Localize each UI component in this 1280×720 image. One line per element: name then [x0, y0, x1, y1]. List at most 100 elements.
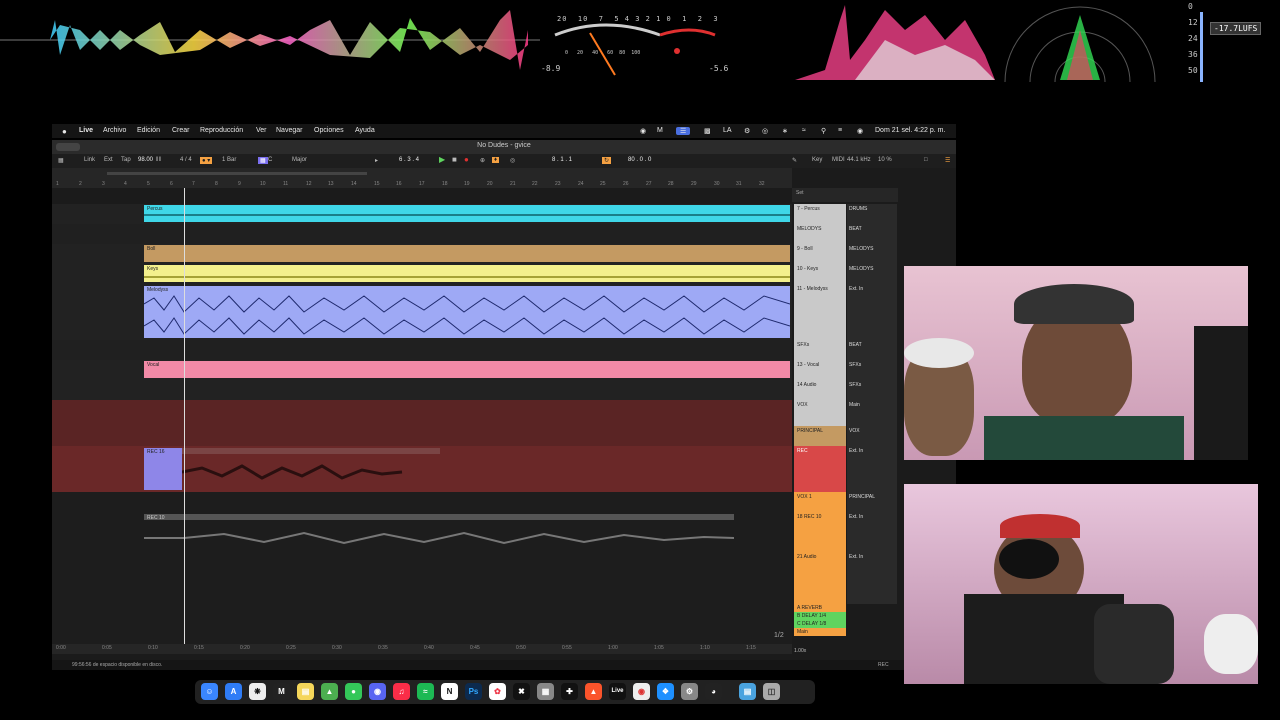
draw-mode-icon[interactable]: ✎	[792, 157, 797, 164]
track-row-melodys[interactable]: MELODYS BEAT	[792, 224, 898, 244]
automation-arm-icon[interactable]: ♦	[492, 157, 500, 163]
chrome-icon[interactable]: ◉	[633, 683, 650, 700]
track-name[interactable]: 7 - Percus	[794, 204, 846, 224]
track-row-vox-1[interactable]: VOX 1 PRINCIPAL	[792, 492, 898, 512]
music-icon[interactable]: ♫	[393, 683, 410, 700]
follow-icon[interactable]: ▸	[375, 157, 378, 164]
spotify-icon[interactable]: ≈	[417, 683, 434, 700]
track-name[interactable]: MELODYS	[794, 224, 846, 244]
track-row-percus[interactable]: 7 - Percus DRUMS	[792, 204, 898, 224]
signature-field[interactable]: 4 / 4	[180, 157, 192, 163]
loop-length[interactable]: 80 . 0 . 0	[628, 157, 651, 163]
track-name[interactable]: REC	[794, 446, 846, 492]
track-input[interactable]: Ext. In	[847, 552, 897, 604]
stop-button[interactable]: ■	[452, 155, 457, 164]
track-output[interactable]: BEAT	[847, 340, 897, 360]
chatgpt-icon[interactable]: ❋	[249, 683, 266, 700]
menu-navegar[interactable]: Navegar	[276, 127, 302, 134]
menu-live[interactable]: Live	[79, 127, 93, 134]
lane-percus[interactable]: Percus	[52, 204, 792, 225]
lane-rec[interactable]: REC 16	[52, 446, 792, 493]
zoom-level[interactable]: 1.00x	[794, 648, 806, 654]
track-name[interactable]: 21 Audio	[794, 552, 846, 604]
track-input[interactable]: Ext. In	[847, 284, 897, 340]
lane-vocal[interactable]: Vocal	[52, 360, 792, 381]
track-output[interactable]: BEAT	[847, 224, 897, 244]
menu-edicion[interactable]: Edición	[137, 127, 160, 134]
search-icon[interactable]: ⚲	[821, 127, 826, 135]
lane-vox[interactable]	[52, 400, 792, 447]
play-button[interactable]: ▶	[439, 155, 445, 164]
downloads-folder-icon[interactable]: ▤	[739, 683, 756, 700]
wifi-icon[interactable]: ≈	[802, 127, 806, 134]
trash-icon[interactable]: ◫	[763, 683, 780, 700]
photoshop-icon[interactable]: Ps	[465, 683, 482, 700]
keyboard-layout[interactable]: LA	[723, 127, 732, 134]
track-output[interactable]: PRINCIPAL	[847, 492, 897, 512]
settings-icon[interactable]: ⚙	[681, 683, 698, 700]
track-name[interactable]: SFXs	[794, 340, 846, 360]
max-icon[interactable]: M	[657, 127, 663, 134]
gear-icon[interactable]: ⚙	[744, 127, 750, 135]
track-name[interactable]: PRINCIPAL	[794, 426, 846, 446]
loop-start[interactable]: 8 . 1 . 1	[552, 157, 572, 163]
lane-melodys-group[interactable]	[52, 224, 792, 245]
lane-18-rec-10[interactable]: REC 10	[52, 512, 792, 553]
scale-select[interactable]: Major	[292, 157, 307, 163]
track-output[interactable]: SFXs	[847, 380, 897, 400]
track-output[interactable]: MELODYS	[847, 244, 897, 264]
clip-rec-16[interactable]: REC 16	[144, 448, 182, 490]
key-select[interactable]: C	[268, 157, 272, 163]
lane-boll[interactable]: Boll	[52, 244, 792, 265]
messages-icon[interactable]: ●	[345, 683, 362, 700]
quantize-select[interactable]: 1 Bar	[222, 157, 236, 163]
clip-rec-10[interactable]: REC 10	[144, 514, 734, 521]
track-row-18-rec-10[interactable]: 18 REC 10 Ext. In	[792, 512, 898, 552]
widgets-icon[interactable]: ▦	[537, 683, 554, 700]
track-name[interactable]: 9 - Boll	[794, 244, 846, 264]
clip-melodyss[interactable]: Melodyss	[144, 286, 790, 338]
track-output[interactable]: SFXs	[847, 360, 897, 380]
link-button[interactable]: Link	[84, 157, 95, 163]
tempo-field[interactable]: 98.00	[138, 157, 153, 163]
clip-rec-header[interactable]	[182, 448, 440, 454]
overview-icon[interactable]: ▦	[58, 157, 64, 164]
siri-icon[interactable]: ◉	[857, 127, 863, 135]
screen-record-icon[interactable]: ◉	[640, 127, 646, 135]
track-output[interactable]: Main	[847, 400, 897, 426]
lane-keys[interactable]: Keys	[52, 264, 792, 285]
track-name[interactable]: 14 Audio	[794, 380, 846, 400]
scroll-overview[interactable]	[107, 172, 367, 175]
metronome-button[interactable]: ● ▾	[200, 157, 213, 164]
lane-14-audio[interactable]	[52, 380, 792, 401]
menu-archivo[interactable]: Archivo	[103, 127, 126, 134]
apple-icon[interactable]: ●	[62, 127, 67, 136]
record-button[interactable]: ●	[464, 155, 469, 164]
track-row-rec[interactable]: REC Ext. In	[792, 446, 898, 492]
lane-21-audio[interactable]	[52, 552, 792, 645]
track-row-vox[interactable]: VOX Main	[792, 400, 898, 426]
vectorize-icon[interactable]: ✚	[561, 683, 578, 700]
tap-button[interactable]: Tap	[121, 157, 131, 163]
track-name[interactable]: 18 REC 10	[794, 512, 846, 552]
track-row-14-audio[interactable]: 14 Audio SFXs	[792, 380, 898, 400]
menu-crear[interactable]: Crear	[172, 127, 190, 134]
mixer-status-icon[interactable]: ☰	[676, 127, 691, 135]
midi-map-button[interactable]: MIDI	[832, 157, 845, 163]
return-a-reverb[interactable]: A REVERB	[792, 604, 898, 612]
track-row-boll[interactable]: 9 - Boll MELODYS	[792, 244, 898, 264]
time-ruler[interactable]: 0:00 0:05 0:10 0:15 0:20 0:25 0:30 0:35 …	[52, 644, 792, 654]
lane-melodyss[interactable]: Melodyss	[52, 284, 792, 341]
return-b-delay[interactable]: B DELAY 1/4	[792, 612, 898, 620]
track-row-21-audio[interactable]: 21 Audio Ext. In	[792, 552, 898, 604]
song-position[interactable]: 6 . 3 . 4	[399, 157, 419, 163]
track-name[interactable]: 13 - Vocal	[794, 360, 846, 380]
track-name[interactable]: VOX	[794, 400, 846, 426]
bluetooth-icon[interactable]: ∗	[782, 127, 788, 135]
menu-opciones[interactable]: Opciones	[314, 127, 344, 134]
menu-ayuda[interactable]: Ayuda	[355, 127, 375, 134]
control-center-icon[interactable]: ≡	[838, 127, 842, 134]
brave-icon[interactable]: ▲	[585, 683, 602, 700]
lane-vox-1[interactable]	[52, 492, 792, 513]
track-input[interactable]: Ext. In	[847, 446, 897, 492]
